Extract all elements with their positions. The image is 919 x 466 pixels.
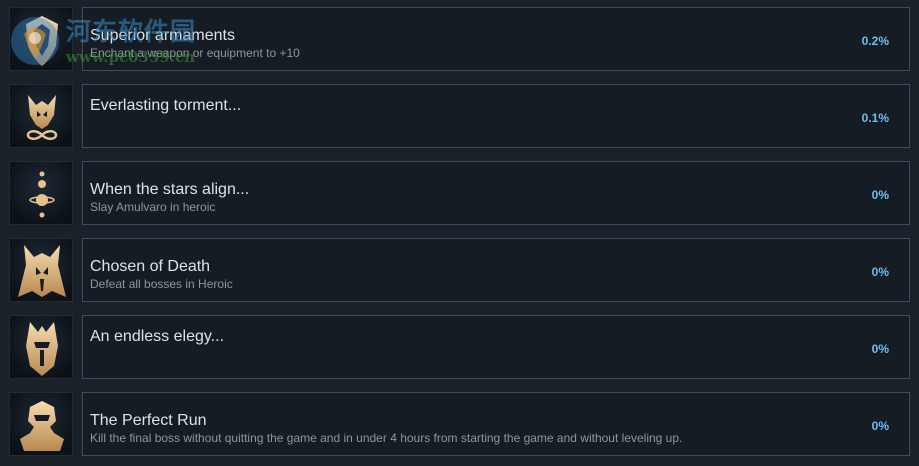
achievement-description: Enchant a weapon or equipment to +10 <box>90 46 300 60</box>
unlock-percentage: 0.1% <box>861 111 889 125</box>
achievement-title: An endless elegy... <box>90 328 225 345</box>
achievement-row: When the stars align... Slay Amulvaro in… <box>0 154 919 231</box>
achievement-card: An endless elegy... 0% <box>82 315 910 379</box>
aligned-stars-icon <box>9 161 73 225</box>
achievement-card: When the stars align... Slay Amulvaro in… <box>82 161 910 225</box>
unlock-percentage: 0% <box>871 188 889 202</box>
achievement-title: Everlasting torment... <box>90 97 242 114</box>
horned-helmet-icon <box>9 238 73 302</box>
unlock-percentage: 0% <box>871 342 889 356</box>
achievement-row: Superior armaments Enchant a weapon or e… <box>0 0 919 77</box>
achievement-row: The Perfect Run Kill the final boss with… <box>0 385 919 462</box>
achievement-row: An endless elegy... 0% <box>0 308 919 385</box>
achievement-description: Defeat all bosses in Heroic <box>90 277 233 291</box>
horned-mask-infinity-icon <box>9 84 73 148</box>
achievement-row: Chosen of Death Defeat all bosses in Her… <box>0 231 919 308</box>
unlock-percentage: 0.2% <box>861 34 889 48</box>
achievement-row: Everlasting torment... 0.1% <box>0 77 919 154</box>
achievement-card: Superior armaments Enchant a weapon or e… <box>82 7 910 71</box>
unlock-percentage: 0% <box>871 419 889 433</box>
achievement-card: The Perfect Run Kill the final boss with… <box>82 392 910 456</box>
achievement-description: Kill the final boss without quitting the… <box>90 431 683 445</box>
achievement-title: Chosen of Death <box>90 258 211 275</box>
winged-helmet-icon <box>9 315 73 379</box>
achievement-card: Chosen of Death Defeat all bosses in Her… <box>82 238 910 302</box>
achievement-title: Superior armaments <box>90 27 235 44</box>
achievement-card: Everlasting torment... 0.1% <box>82 84 910 148</box>
achievement-description: Slay Amulvaro in heroic <box>90 200 216 214</box>
achievement-title: The Perfect Run <box>90 412 207 429</box>
shield-emblem-icon <box>9 7 73 71</box>
unlock-percentage: 0% <box>871 265 889 279</box>
armored-helm-icon <box>9 392 73 456</box>
achievement-title: When the stars align... <box>90 181 250 198</box>
